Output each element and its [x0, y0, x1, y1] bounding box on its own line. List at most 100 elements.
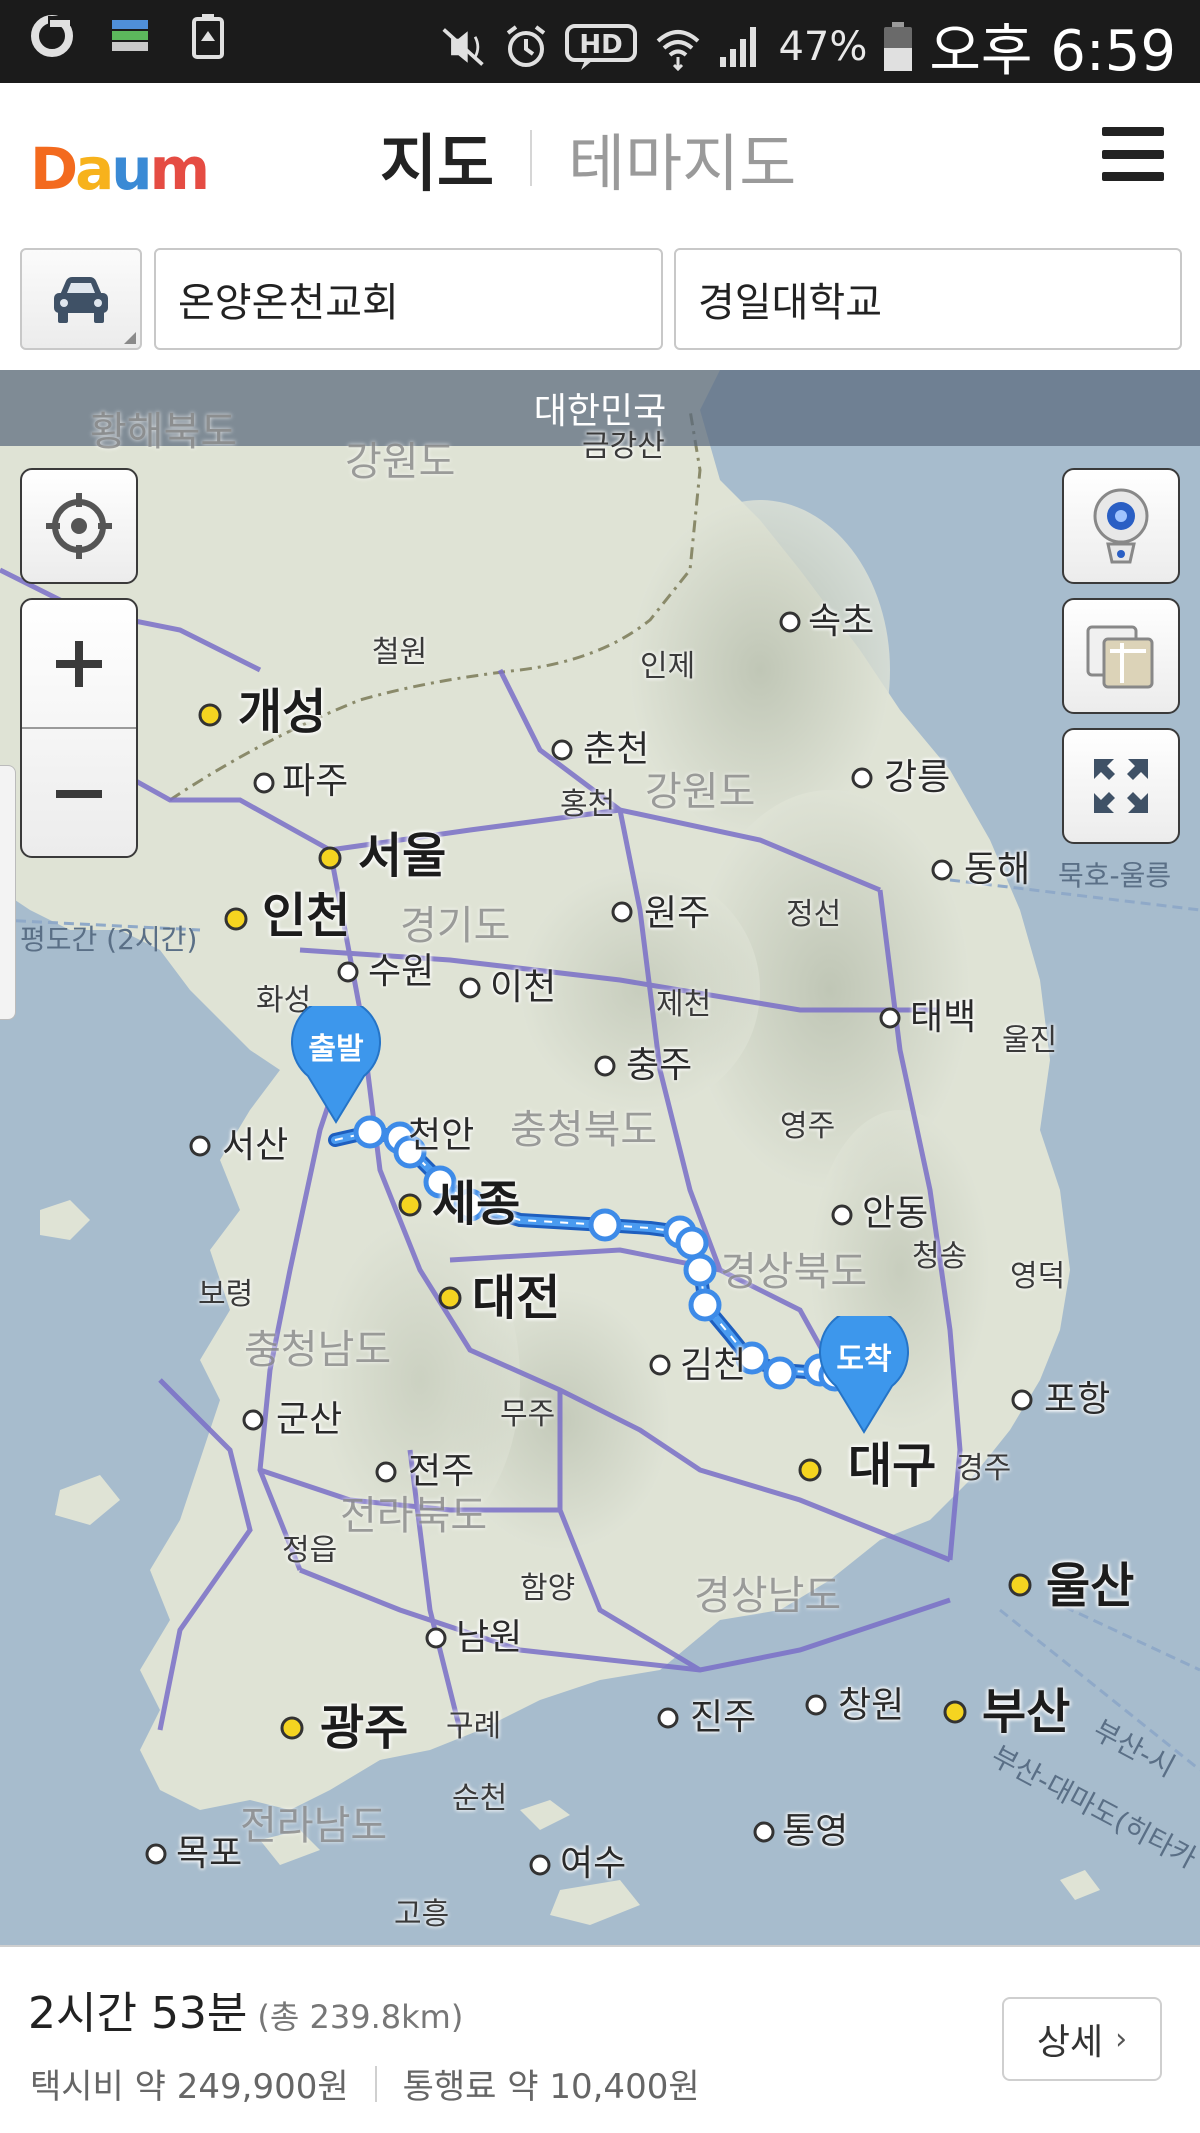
map-label: 포항 [1044, 1379, 1111, 1420]
zoom-in-button[interactable] [22, 600, 136, 729]
webcam-icon [1093, 488, 1149, 564]
battery-percent: 47% [778, 23, 868, 70]
route-duration: 2시간 53분 [28, 1988, 248, 2039]
zoom-control [20, 598, 138, 858]
map-label: 창원 [838, 1685, 905, 1726]
map-label: 금강산 [582, 429, 665, 464]
route-distance: (총 239.8km) [257, 1998, 464, 2036]
map-label: 경상남도 [694, 1573, 842, 1619]
hd-voice-icon: HD [564, 23, 640, 71]
map-label: 통영 [782, 1811, 849, 1852]
crosshair-icon [46, 493, 112, 559]
map-label: 진주 [690, 1697, 757, 1738]
dropdown-corner-icon [124, 332, 136, 344]
detail-button[interactable]: 상세 › [1002, 1997, 1162, 2081]
map-label: 강원도 [645, 769, 756, 815]
map-label: 전주 [408, 1451, 475, 1492]
transport-mode-button[interactable] [20, 248, 142, 350]
map-label: 김천 [680, 1345, 747, 1386]
map-label: 부산 [982, 1684, 1071, 1740]
status-bar: HD 47% 오후 6:59 [0, 0, 1200, 84]
minus-icon [56, 789, 102, 798]
chevron-right-icon: › [1115, 2021, 1128, 2057]
toll-fee: 통행료 약 10,400원 [402, 2067, 700, 2107]
map-label: 서산 [222, 1125, 289, 1166]
start-marker[interactable]: 출발 [290, 997, 382, 1124]
side-panel-handle[interactable] [0, 765, 16, 1020]
fullscreen-button[interactable] [1062, 728, 1180, 844]
map-label: 태백 [910, 997, 977, 1038]
map-view[interactable]: 대한민국 황해북도 강원도 금강산 속초 철원 인제 개성 춘천 홍천 강원도 … [0, 370, 1200, 1945]
map-label: 고흥 [394, 1897, 450, 1932]
map-label: 대전 [472, 1270, 561, 1326]
svg-text:HD: HD [580, 30, 623, 60]
menu-icon[interactable] [1102, 127, 1164, 181]
route-costs: 택시비 약 249,900원 통행료 약 10,400원 [30, 2059, 700, 2108]
destination-field[interactable]: 경일대학교 [674, 248, 1182, 350]
map-label: 강릉 [884, 757, 951, 798]
map-label: 황해북도 [90, 409, 238, 455]
map-label: 강원도 [345, 439, 456, 485]
map-label: 수원 [368, 951, 435, 992]
map-label: 울진 [1002, 1023, 1058, 1058]
map-label: 홍천 [560, 787, 616, 822]
map-label: 경기도 [400, 903, 511, 949]
tab-map[interactable]: 지도 [380, 113, 494, 203]
map-label: 군산 [276, 1399, 343, 1440]
map-label: 충주 [626, 1045, 693, 1086]
cctv-button[interactable] [1062, 468, 1180, 584]
tab-theme-map[interactable]: 테마지도 [568, 113, 796, 203]
map-label: 구례 [446, 1709, 502, 1744]
cost-divider [374, 2065, 377, 2102]
app-header: Daum 지도 테마지도 [0, 83, 1200, 238]
detail-button-label: 상세 [1036, 2022, 1104, 2063]
map-label: 정선 [786, 897, 842, 932]
map-label: 전라남도 [240, 1803, 388, 1849]
daum-logo[interactable]: Daum [30, 135, 210, 203]
map-label: 청송 [912, 1239, 968, 1274]
layers-icon [1086, 625, 1154, 689]
end-marker[interactable]: 도착 [818, 1307, 910, 1434]
map-layer-button[interactable] [1062, 598, 1180, 714]
map-label: 보령 [198, 1277, 254, 1312]
clock: 오후 6:59 [929, 19, 1176, 84]
carrier-icon [28, 12, 76, 60]
alarm-icon [502, 23, 550, 71]
my-location-button[interactable] [20, 468, 138, 584]
map-label: 함양 [520, 1571, 576, 1606]
origin-field[interactable]: 온양온천교회 [154, 248, 663, 350]
map-label: 목포 [176, 1833, 243, 1874]
route-duration-row: 2시간 53분 (총 239.8km) [28, 1977, 463, 2041]
map-label: 충청남도 [244, 1327, 392, 1373]
map-label: 제천 [656, 987, 712, 1022]
sea-route-label: 평도간 (2시간) [20, 923, 198, 956]
signal-icon [716, 23, 764, 71]
map-label: 동해 [964, 849, 1031, 890]
plus-icon [56, 640, 102, 687]
tab-divider [530, 130, 533, 186]
wifi-icon [654, 23, 702, 71]
map-label: 인제 [640, 649, 696, 684]
map-label: 영주 [780, 1109, 836, 1144]
map-label: 무주 [500, 1397, 556, 1432]
gallery-app-icon [106, 12, 154, 60]
map-label: 경상북도 [720, 1249, 868, 1295]
map-label: 원주 [644, 893, 711, 934]
battery-icon [881, 21, 915, 71]
map-label: 개성 [238, 684, 327, 740]
taxi-fare: 택시비 약 249,900원 [30, 2067, 349, 2107]
expand-icon [1094, 759, 1148, 813]
map-label: 여수 [560, 1843, 627, 1884]
map-label: 춘천 [583, 729, 650, 770]
map-label: 대구 [848, 1438, 937, 1494]
map-label: 울산 [1046, 1558, 1135, 1614]
route-summary: 2시간 53분 (총 239.8km) 택시비 약 249,900원 통행료 약 … [0, 1945, 1200, 2133]
route-search-bar: 온양온천교회 경일대학교 [0, 238, 1200, 370]
map-label: 광주 [320, 1700, 409, 1756]
map-label: 파주 [282, 761, 349, 802]
sea-route-label: 묵호-울릉 [1058, 859, 1172, 892]
map-label: 안동 [862, 1193, 929, 1234]
map-label: 천안 [408, 1115, 475, 1156]
map-label: 남원 [456, 1617, 523, 1658]
zoom-out-button[interactable] [22, 729, 136, 858]
